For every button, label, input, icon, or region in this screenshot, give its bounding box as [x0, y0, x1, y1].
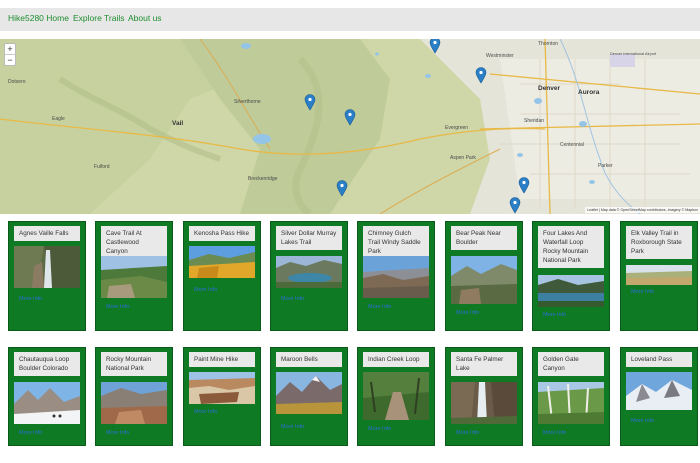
trail-title: Four Lakes And Waterfall Loop Rocky Moun…: [543, 230, 589, 264]
nav-link-explore-trails[interactable]: Explore Trails: [73, 13, 125, 23]
more-info-link[interactable]: More Info: [456, 430, 479, 436]
trail-title: Rocky Mountain National Park: [106, 356, 152, 372]
trail-title: Bear Peak Near Boulder: [456, 230, 501, 246]
trail-photo: [276, 256, 342, 288]
more-info-link[interactable]: More Info: [543, 430, 566, 436]
trail-photo: [14, 382, 80, 424]
trail-card[interactable]: Maroon Bells More Info: [270, 347, 348, 446]
trail-title: Santa Fe Palmer Lake: [456, 356, 504, 372]
card-title-box: Silver Dollar Murray Lakes Trail: [276, 226, 342, 250]
card-title-box: Loveland Pass: [626, 352, 692, 367]
trail-card[interactable]: Paint Mine Hike More Info: [183, 347, 261, 446]
more-info-link[interactable]: More Info: [368, 304, 391, 310]
more-info-link[interactable]: More Info: [194, 287, 217, 293]
card-title-box: Bear Peak Near Boulder: [451, 226, 517, 250]
trail-card[interactable]: Rocky Mountain National Park More Info: [95, 347, 173, 446]
trail-card[interactable]: Chautauqua Loop Boulder Colorado More In…: [8, 347, 86, 446]
card-title-box: Elk Valley Trail in Roxborough State Par…: [626, 226, 692, 259]
trail-card[interactable]: Loveland Pass More Info: [620, 347, 698, 446]
trail-photo: [451, 382, 517, 424]
map-marker-pin[interactable]: [344, 109, 356, 126]
map-marker-pin[interactable]: [475, 67, 487, 84]
map-marker-pin[interactable]: [336, 180, 348, 197]
card-title-box: Paint Mine Hike: [189, 352, 255, 367]
trail-card[interactable]: Golden Gate Canyon More Info: [532, 347, 610, 446]
trail-title: Chautauqua Loop Boulder Colorado: [19, 356, 70, 372]
trail-card[interactable]: Santa Fe Palmer Lake More Info: [445, 347, 523, 446]
nav-link-about-us[interactable]: About us: [128, 13, 162, 23]
trail-card[interactable]: Silver Dollar Murray Lakes Trail More In…: [270, 221, 348, 331]
trail-photo: [101, 256, 167, 298]
more-info-link[interactable]: More Info: [456, 310, 479, 316]
trail-title: Kenosha Pass Hike: [194, 230, 249, 237]
card-title-box: Rocky Mountain National Park: [101, 352, 167, 376]
trail-card[interactable]: Agnes Vaille Falls More Info: [8, 221, 86, 331]
trail-photo: [626, 265, 692, 285]
trail-title: Golden Gate Canyon: [543, 356, 579, 372]
map-marker-pin[interactable]: [509, 197, 521, 214]
trail-title: Agnes Vaille Falls: [19, 230, 69, 237]
more-info-link[interactable]: More Info: [631, 289, 654, 295]
trail-card[interactable]: Kenosha Pass Hike More Info: [183, 221, 261, 331]
card-title-box: Chimney Gulch Trail Windy Saddle Park: [363, 226, 429, 259]
trail-photo: [538, 275, 604, 307]
trail-photo: [189, 372, 255, 404]
trail-photo: [189, 246, 255, 278]
card-title-box: Santa Fe Palmer Lake: [451, 352, 517, 376]
map-marker-pin[interactable]: [518, 177, 530, 194]
trail-photo: [101, 382, 167, 424]
more-info-link[interactable]: More Info: [281, 296, 304, 302]
card-title-box: Indian Creek Loop: [363, 352, 429, 367]
trail-title: Maroon Bells: [281, 356, 318, 363]
more-info-link[interactable]: More Info: [194, 409, 217, 415]
card-title-box: Kenosha Pass Hike: [189, 226, 255, 241]
trail-photo: [626, 372, 692, 410]
more-info-link[interactable]: More Info: [631, 418, 654, 424]
trail-title: Silver Dollar Murray Lakes Trail: [281, 230, 337, 246]
trail-card[interactable]: Cave Trail At Castlewood Canyon More Inf…: [95, 221, 173, 331]
trail-photo: [451, 256, 517, 304]
map-marker-pin[interactable]: [429, 39, 441, 54]
card-title-box: Agnes Vaille Falls: [14, 226, 80, 241]
trail-title: Cave Trail At Castlewood Canyon: [106, 230, 142, 255]
trail-card[interactable]: Four Lakes And Waterfall Loop Rocky Moun…: [532, 221, 610, 331]
trail-title: Elk Valley Trail in Roxborough State Par…: [631, 230, 682, 255]
more-info-link[interactable]: More Info: [19, 430, 42, 436]
card-title-box: Four Lakes And Waterfall Loop Rocky Moun…: [538, 226, 604, 268]
trail-photo: [276, 372, 342, 414]
trail-photo: [14, 246, 80, 288]
nav-link-home[interactable]: Hike5280 Home: [8, 13, 69, 23]
trail-card[interactable]: Elk Valley Trail in Roxborough State Par…: [620, 221, 698, 331]
trail-title: Indian Creek Loop: [368, 356, 420, 363]
card-title-box: Cave Trail At Castlewood Canyon: [101, 226, 167, 259]
trail-map[interactable]: + − Thornton Westminster Denver Aurora S…: [0, 39, 700, 214]
more-info-link[interactable]: More Info: [543, 312, 566, 318]
trail-title: Paint Mine Hike: [194, 356, 239, 363]
trail-photo: [538, 382, 604, 424]
map-markers: [304, 39, 530, 214]
card-title-box: Golden Gate Canyon: [538, 352, 604, 376]
more-info-link[interactable]: More Info: [106, 430, 129, 436]
more-info-link[interactable]: More Info: [19, 296, 42, 302]
trail-title: Loveland Pass: [631, 356, 673, 363]
map-marker-pin[interactable]: [304, 94, 316, 111]
card-title-box: Chautauqua Loop Boulder Colorado: [14, 352, 80, 376]
trail-photo: [363, 372, 429, 420]
map-attribution: Leaflet | Map data © OpenStreetMap contr…: [585, 207, 700, 213]
more-info-link[interactable]: More Info: [106, 304, 129, 310]
trail-card[interactable]: Bear Peak Near Boulder More Info: [445, 221, 523, 331]
trail-card[interactable]: Indian Creek Loop More Info: [357, 347, 435, 446]
trail-title: Chimney Gulch Trail Windy Saddle Park: [368, 230, 421, 255]
trail-photo: [363, 256, 429, 298]
more-info-link[interactable]: More Info: [368, 426, 391, 432]
trail-card[interactable]: Chimney Gulch Trail Windy Saddle Park Mo…: [357, 221, 435, 331]
card-title-box: Maroon Bells: [276, 352, 342, 367]
more-info-link[interactable]: More Info: [281, 424, 304, 430]
top-navbar: Hike5280 Home Explore Trails About us: [0, 8, 700, 31]
